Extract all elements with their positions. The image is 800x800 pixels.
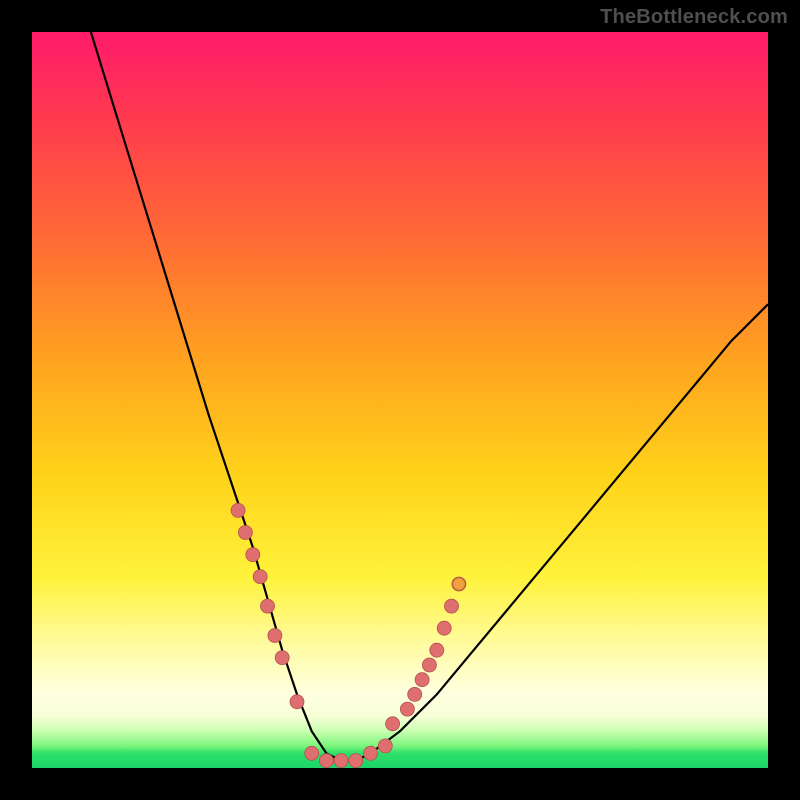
marker-highlight: [453, 578, 465, 590]
markers-valley: [305, 739, 393, 768]
markers-right-branch: [386, 577, 466, 731]
chart-stage: TheBottleneck.com: [0, 0, 800, 800]
markers-left-branch: [231, 503, 304, 708]
bottleneck-curve: [91, 32, 768, 761]
plot-area: [32, 32, 768, 768]
chart-svg: [32, 32, 768, 768]
watermark-text: TheBottleneck.com: [600, 6, 788, 29]
